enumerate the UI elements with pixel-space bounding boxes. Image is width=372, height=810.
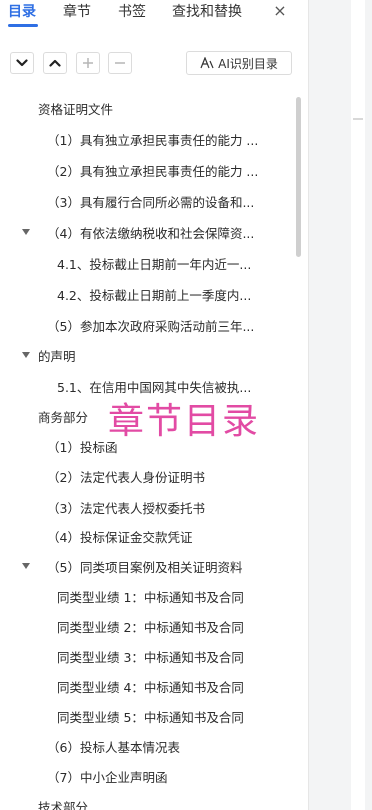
caret-down-icon[interactable] xyxy=(21,350,31,360)
toc-item[interactable]: 同类型业绩 1：中标通知书及合同 xyxy=(57,583,280,613)
toc-item[interactable]: （3）具有履行合同所必需的设备和... xyxy=(47,188,280,218)
toc-item[interactable]: 4.2、投标截止日期前上一季度内... xyxy=(57,281,280,311)
toc-item[interactable]: （7）中小企业声明函 xyxy=(47,763,280,793)
toc-item[interactable]: （4）投标保证金交款凭证 xyxy=(47,523,280,553)
chevron-down-icon xyxy=(16,59,28,67)
tab-find-replace[interactable]: 查找和替换 xyxy=(172,3,242,21)
page-mark xyxy=(353,118,363,120)
scrollbar-thumb[interactable] xyxy=(296,97,301,257)
toc-item[interactable]: （4）有依法缴纳税收和社会保障资... xyxy=(47,219,280,249)
toc-item[interactable]: （5）同类项目案例及相关证明资料 xyxy=(47,553,280,583)
annotation-overlay-text: 章节目录 xyxy=(108,401,261,442)
toc-item[interactable]: （3）法定代表人授权委托书 xyxy=(47,494,280,524)
chevron-up-icon xyxy=(49,59,61,67)
toc-panel: 目录 章节 书签 查找和替换 × AI识别目录 资格证明文件 （1）具有独立承担… xyxy=(0,0,308,810)
tab-chapters[interactable]: 章节 xyxy=(63,3,91,21)
toc-item[interactable]: 5.1、在信用中国网其中失信被执... xyxy=(57,373,280,403)
tab-bar: 目录 章节 书签 查找和替换 × xyxy=(0,0,308,28)
tab-toc[interactable]: 目录 xyxy=(8,3,36,21)
ai-button-label: AI识别目录 xyxy=(218,56,278,71)
active-tab-indicator xyxy=(8,24,38,27)
close-icon[interactable]: × xyxy=(272,2,288,20)
expand-all-button[interactable] xyxy=(43,52,67,74)
toc-item[interactable]: （2）具有独立承担民事责任的能力 ... xyxy=(47,157,280,187)
caret-down-icon[interactable] xyxy=(21,227,31,237)
toc-item[interactable]: 同类型业绩 5：中标通知书及合同 xyxy=(57,703,280,733)
toc-item[interactable]: 的声明 xyxy=(38,342,278,372)
toc-item[interactable]: （1）具有独立承担民事责任的能力 ... xyxy=(47,126,280,156)
toc-item[interactable]: 同类型业绩 3：中标通知书及合同 xyxy=(57,643,280,673)
toc-item[interactable]: 同类型业绩 4：中标通知书及合同 xyxy=(57,673,280,703)
toc-tree: 资格证明文件 （1）具有独立承担民事责任的能力 ... （2）具有独立承担民事责… xyxy=(0,95,300,810)
add-entry-button[interactable] xyxy=(76,52,100,74)
tab-bookmarks[interactable]: 书签 xyxy=(118,3,146,21)
remove-entry-button[interactable] xyxy=(108,52,132,74)
ai-icon xyxy=(200,57,214,69)
toc-item[interactable]: 4.1、投标截止日期前一年内近一... xyxy=(57,250,280,280)
toc-item[interactable]: 资格证明文件 xyxy=(38,95,288,125)
caret-down-icon[interactable] xyxy=(21,561,31,571)
toc-item[interactable]: （2）法定代表人身份证明书 xyxy=(47,463,280,493)
toc-item[interactable]: （5）参加本次政府采购活动前三年... xyxy=(47,312,280,342)
minus-icon xyxy=(115,62,125,64)
collapse-all-button[interactable] xyxy=(10,52,34,74)
plus-icon xyxy=(83,58,93,68)
toc-item[interactable]: 同类型业绩 2：中标通知书及合同 xyxy=(57,613,280,643)
ai-recognize-toc-button[interactable]: AI识别目录 xyxy=(186,51,292,75)
toc-item[interactable]: 技术部分 xyxy=(38,793,278,810)
toc-item[interactable]: （6）投标人基本情况表 xyxy=(47,733,280,763)
document-canvas xyxy=(309,0,372,810)
page-edge xyxy=(351,0,365,810)
